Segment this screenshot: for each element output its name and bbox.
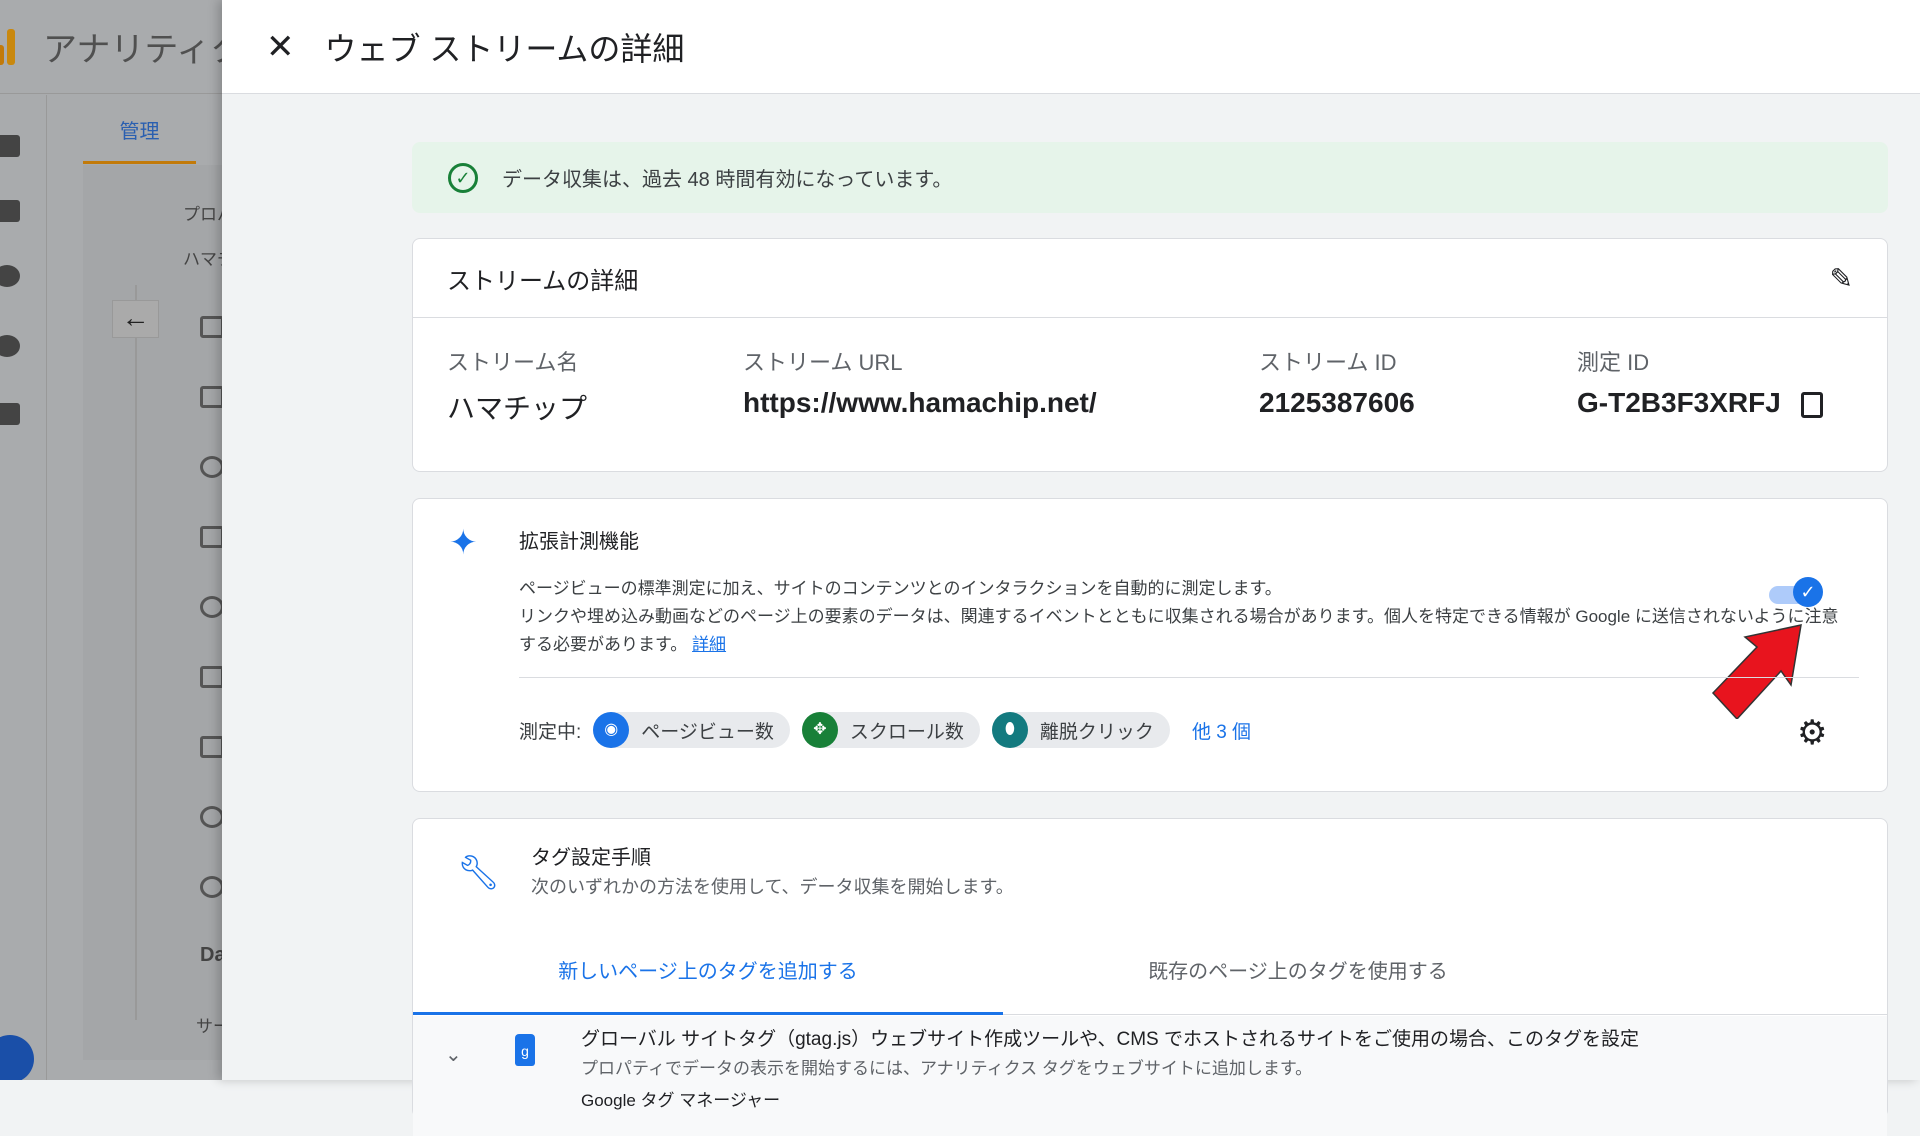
gear-icon[interactable]: ⚙ <box>1797 713 1827 753</box>
service-item[interactable]: サー <box>196 1012 222 1037</box>
tab-use-existing-tag[interactable]: 既存のページ上のタグを使用する <box>1003 929 1593 1015</box>
data-streams-icon[interactable] <box>200 526 222 548</box>
history-icon[interactable] <box>200 876 222 898</box>
chip-label: 離脱クリック <box>1039 721 1154 743</box>
edit-pencil-icon[interactable]: ✎ <box>1830 262 1853 295</box>
property-settings-icon[interactable] <box>200 386 222 408</box>
scroll-icon: ✥ <box>801 712 838 748</box>
chip-outbound-clicks: ⬮ 離脱クリック <box>991 712 1170 748</box>
sparkle-icon: ✦ <box>449 524 478 562</box>
status-text: データ収集は、過去 48 時間有効になっています。 <box>502 169 953 191</box>
measurement-id-value: G-T2B3F3XRFJ <box>1577 387 1781 418</box>
learn-more-link[interactable]: 詳細 <box>692 635 726 654</box>
list-icon[interactable] <box>0 403 20 425</box>
page-title: ウェブ ストリームの詳細 <box>324 30 685 67</box>
stream-url-label: ストリーム URL <box>743 350 903 375</box>
eye-icon: ◉ <box>593 712 630 748</box>
copy-icon[interactable] <box>1800 391 1823 418</box>
chip-label: スクロール数 <box>849 721 964 743</box>
mouse-icon: ⬮ <box>991 712 1028 748</box>
enhanced-measurement-card: ✦ 拡張計測機能 ページビューの標準測定に加え、サイトのコンテンツとのインタラク… <box>412 498 1888 792</box>
tag-icon: g <box>515 1034 535 1066</box>
wrench-icon: 🔧︎ <box>457 854 501 892</box>
chevron-down-icon[interactable]: ⌄ <box>445 1042 462 1067</box>
stream-details-card: ストリームの詳細 ✎ ストリーム名ハマチップ ストリーム URL https://w… <box>412 238 1888 472</box>
upload-icon[interactable] <box>200 666 222 688</box>
tab-add-new-tag[interactable]: 新しいページ上のタグを追加する <box>413 929 1003 1015</box>
analytics-logo <box>0 28 15 65</box>
check-icon: ✓ <box>1793 577 1823 607</box>
app-title: アナリティクス <box>43 31 222 69</box>
users-icon[interactable] <box>200 456 222 478</box>
background-admin-page: アナリティクス 管理 ← プロパティ ハマチップ Da サー <box>0 0 222 1080</box>
description: ページビューの標準測定に加え、サイトのコンテンツとのインタラクションを自動的に測… <box>519 579 1282 598</box>
filter-icon[interactable] <box>200 736 222 758</box>
reports-icon[interactable] <box>0 200 20 222</box>
card-subtitle: 次のいずれかの方法を使用して、データ収集を開始します。 <box>531 877 1014 897</box>
home-icon[interactable] <box>0 135 20 157</box>
chip-page-views: ◉ ページビュー数 <box>593 712 790 748</box>
card-title: タグ設定手順 <box>531 847 651 869</box>
gtag-row[interactable]: ⌄ g グローバル サイトタグ（gtag.js）ウェブサイト作成ツールや、CMS… <box>413 1016 1887 1136</box>
card-title: 拡張計測機能 <box>519 531 639 553</box>
stream-url-value: https://www.hamachip.net/ <box>743 387 1097 418</box>
setup-icon[interactable] <box>200 316 222 338</box>
property-value[interactable]: ハマチップ <box>183 245 222 270</box>
close-icon[interactable]: ✕ <box>266 27 295 67</box>
explore-icon[interactable] <box>0 265 20 287</box>
status-banner: ✓ データ収集は、過去 48 時間有効になっています。 <box>412 142 1888 213</box>
stream-id-label: ストリーム ID <box>1259 350 1397 375</box>
check-circle-icon: ✓ <box>448 162 478 193</box>
red-arrow-annotation <box>1711 624 1802 719</box>
measuring-label: 測定中: <box>519 721 582 743</box>
database-icon[interactable] <box>200 596 222 618</box>
debug-item[interactable]: Da <box>200 944 222 967</box>
row-title: グローバル サイトタグ（gtag.js）ウェブサイト作成ツールや、CMS でホス… <box>581 1029 1640 1050</box>
stream-id-value: 2125387606 <box>1259 387 1415 418</box>
web-stream-details-panel: ✕ ウェブ ストリームの詳細 ✓ データ収集は、過去 48 時間有効になっています。… <box>222 0 1920 1136</box>
nav-rail <box>0 95 47 1080</box>
next-row-title: Google タグ マネージャー <box>581 1091 781 1110</box>
divider <box>135 285 137 1020</box>
chip-label: ページビュー数 <box>641 721 774 743</box>
measurement-id-label: 測定 ID <box>1577 350 1650 375</box>
card-title: ストリームの詳細 <box>447 267 639 295</box>
divider <box>519 677 1859 678</box>
tab-admin[interactable]: 管理 <box>83 112 196 164</box>
row-subtitle: プロパティでデータの表示を開始するには、アナリティクス タグをウェブサイトに追加… <box>581 1059 1313 1078</box>
back-arrow-icon[interactable]: ← <box>112 300 159 338</box>
chip-scrolls: ✥ スクロール数 <box>801 712 980 748</box>
more-events-link[interactable]: 他 3 個 <box>1192 717 1251 744</box>
stream-name-label: ストリーム名 <box>447 350 579 375</box>
tagging-instructions-card: 🔧︎ タグ設定手順 次のいずれかの方法を使用して、データ収集を開始します。 新し… <box>412 818 1888 1136</box>
enhanced-measurement-toggle[interactable]: ✓ <box>1769 577 1823 611</box>
stream-name-value: ハマチップ <box>447 393 588 424</box>
property-label: プロパティ <box>183 205 222 224</box>
advertising-icon[interactable] <box>0 335 20 357</box>
link-icon[interactable] <box>200 806 222 828</box>
